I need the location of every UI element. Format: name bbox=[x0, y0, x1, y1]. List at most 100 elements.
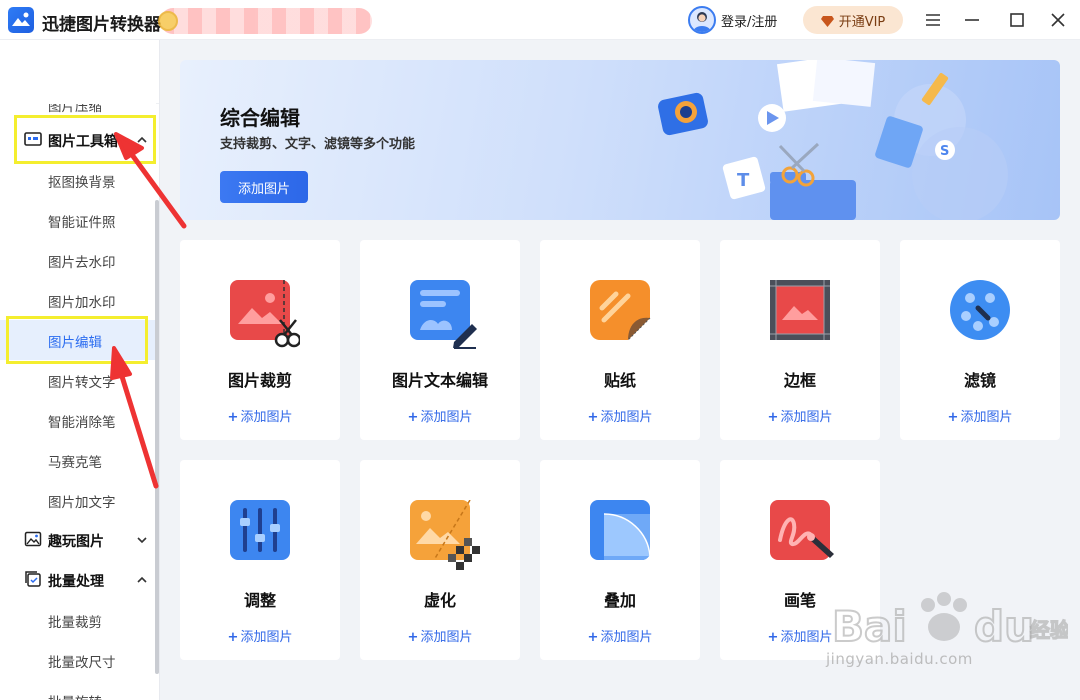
sidebar-item-label: 批量裁剪 bbox=[48, 615, 102, 631]
add-image-link[interactable]: + 添加图片 bbox=[900, 406, 1060, 425]
minimize-icon[interactable] bbox=[960, 8, 984, 32]
overlay-icon bbox=[590, 500, 651, 560]
coin-icon bbox=[158, 11, 178, 31]
plus-icon: + bbox=[767, 410, 779, 425]
add-image-label: 添加图片 bbox=[780, 630, 833, 645]
banner-add-image-button[interactable]: 添加图片 bbox=[220, 171, 308, 203]
plus-icon: + bbox=[587, 630, 599, 645]
sidebar-item-add-text[interactable]: 图片加文字 bbox=[0, 480, 156, 520]
sidebar-item-label: 图片加水印 bbox=[48, 295, 116, 311]
tool-title: 贴纸 bbox=[603, 371, 636, 390]
plus-icon: + bbox=[407, 630, 419, 645]
filter-icon bbox=[950, 280, 1010, 340]
sidebar-item-label: 批量改尺寸 bbox=[48, 655, 116, 671]
tool-title: 滤镜 bbox=[963, 371, 996, 390]
tool-card-border[interactable]: 边框 + 添加图片 bbox=[720, 240, 880, 440]
add-image-label: 添加图片 bbox=[780, 410, 833, 425]
brush-icon bbox=[770, 500, 834, 560]
vip-label: 开通VIP bbox=[838, 14, 886, 30]
sidebar-item-eraser[interactable]: 智能消除笔 bbox=[0, 400, 156, 440]
sidebar-group-batch[interactable]: 批量处理 bbox=[0, 560, 159, 600]
banner-title: 综合编辑 bbox=[220, 106, 300, 130]
banner-illustration-icon: T S bbox=[658, 60, 1008, 220]
add-image-link[interactable]: + 添加图片 bbox=[360, 406, 520, 425]
plus-icon: + bbox=[407, 410, 419, 425]
tool-card-sticker[interactable]: 贴纸 + 添加图片 bbox=[540, 240, 700, 440]
sidebar-item-id-photo[interactable]: 智能证件照 bbox=[0, 200, 156, 240]
tool-card-blur[interactable]: 虚化 + 添加图片 bbox=[360, 460, 520, 660]
tool-card-crop[interactable]: 图片裁剪 + 添加图片 bbox=[180, 240, 340, 440]
sidebar-group-label: 趣玩图片 bbox=[48, 534, 104, 550]
svg-text:S: S bbox=[940, 144, 949, 159]
tool-card-brush[interactable]: 画笔 + 添加图片 bbox=[720, 460, 880, 660]
add-image-label: 添加图片 bbox=[420, 630, 473, 645]
svg-text:T: T bbox=[737, 170, 750, 191]
diamond-icon bbox=[820, 15, 834, 27]
sidebar: 图片压缩 图片工具箱 抠图换背景 智能证件照 图片去水印 图片加水印 图片编辑 … bbox=[0, 40, 160, 700]
plus-icon: + bbox=[947, 410, 959, 425]
sidebar-item-image-to-text[interactable]: 图片转文字 bbox=[0, 360, 156, 400]
fun-image-icon bbox=[24, 531, 42, 547]
sidebar-item-mosaic[interactable]: 马赛克笔 bbox=[0, 440, 156, 480]
sidebar-item-cutout[interactable]: 抠图换背景 bbox=[0, 160, 156, 200]
add-image-link[interactable]: + 添加图片 bbox=[720, 406, 880, 425]
add-image-label: 添加图片 bbox=[240, 630, 293, 645]
sidebar-item-label: 马赛克笔 bbox=[48, 455, 102, 471]
tool-title: 调整 bbox=[243, 591, 276, 610]
tool-card-filter[interactable]: 滤镜 + 添加图片 bbox=[900, 240, 1060, 440]
vip-button[interactable]: 开通VIP bbox=[803, 6, 903, 34]
sidebar-item-label: 图片加文字 bbox=[48, 495, 116, 511]
sidebar-group-fun[interactable]: 趣玩图片 bbox=[0, 520, 159, 560]
menu-icon[interactable] bbox=[921, 8, 945, 32]
add-image-label: 添加图片 bbox=[960, 410, 1013, 425]
add-image-link[interactable]: + 添加图片 bbox=[540, 626, 700, 645]
promo-banner[interactable] bbox=[158, 8, 372, 34]
add-image-link[interactable]: + 添加图片 bbox=[180, 406, 340, 425]
sidebar-item-batch-rotate[interactable]: 批量旋转 bbox=[0, 680, 156, 700]
crop-icon bbox=[230, 280, 302, 348]
svg-text:经验: 经验 bbox=[1030, 618, 1068, 642]
sidebar-icons-cover bbox=[0, 40, 156, 104]
sidebar-item-label: 批量旋转 bbox=[48, 691, 102, 700]
tool-card-overlay[interactable]: 叠加 + 添加图片 bbox=[540, 460, 700, 660]
add-image-label: 添加图片 bbox=[600, 630, 653, 645]
adjust-icon bbox=[230, 500, 290, 560]
title-bar: 迅捷图片转换器 登录/注册 开通VIP bbox=[0, 0, 1080, 40]
sidebar-item-remove-watermark[interactable]: 图片去水印 bbox=[0, 240, 156, 280]
add-image-link[interactable]: + 添加图片 bbox=[180, 626, 340, 645]
sidebar-item-label: 抠图换背景 bbox=[48, 175, 116, 191]
chevron-up-icon bbox=[137, 136, 147, 143]
add-image-label: 添加图片 bbox=[240, 410, 293, 425]
sidebar-group-label: 图片工具箱 bbox=[48, 134, 118, 150]
tool-card-adjust[interactable]: 调整 + 添加图片 bbox=[180, 460, 340, 660]
close-icon[interactable] bbox=[1046, 8, 1070, 32]
add-image-link[interactable]: + 添加图片 bbox=[540, 406, 700, 425]
sidebar-item-label: 图片编辑 bbox=[48, 335, 102, 351]
sidebar-item-label: 智能消除笔 bbox=[48, 415, 116, 431]
sticker-icon bbox=[590, 280, 651, 341]
sidebar-item-batch-resize[interactable]: 批量改尺寸 bbox=[0, 640, 156, 680]
sidebar-scrollbar[interactable] bbox=[155, 200, 159, 674]
tool-title: 边框 bbox=[783, 371, 816, 390]
blur-icon bbox=[410, 499, 480, 570]
sidebar-item-label: 图片去水印 bbox=[48, 255, 116, 271]
toolbox-group-icon bbox=[24, 132, 42, 146]
sidebar-item-image-edit[interactable]: 图片编辑 bbox=[0, 320, 156, 360]
sidebar-item-batch-crop[interactable]: 批量裁剪 bbox=[0, 600, 156, 640]
plus-icon: + bbox=[767, 630, 779, 645]
sidebar-item-label: 图片转文字 bbox=[48, 375, 116, 391]
batch-group-icon bbox=[25, 571, 41, 587]
tool-card-text-edit[interactable]: 图片文本编辑 + 添加图片 bbox=[360, 240, 520, 440]
plus-icon: + bbox=[227, 630, 239, 645]
app-title: 迅捷图片转换器 bbox=[42, 15, 161, 35]
login-link[interactable]: 登录/注册 bbox=[721, 11, 777, 30]
avatar[interactable] bbox=[688, 6, 716, 34]
maximize-icon[interactable] bbox=[1005, 8, 1029, 32]
tool-title: 图片裁剪 bbox=[227, 371, 292, 390]
sidebar-item-add-watermark[interactable]: 图片加水印 bbox=[0, 280, 156, 320]
add-image-link[interactable]: + 添加图片 bbox=[720, 626, 880, 645]
sidebar-group-toolbox[interactable]: 图片工具箱 bbox=[0, 120, 159, 160]
border-icon bbox=[770, 280, 830, 340]
tool-title: 叠加 bbox=[603, 591, 636, 610]
add-image-link[interactable]: + 添加图片 bbox=[360, 626, 520, 645]
